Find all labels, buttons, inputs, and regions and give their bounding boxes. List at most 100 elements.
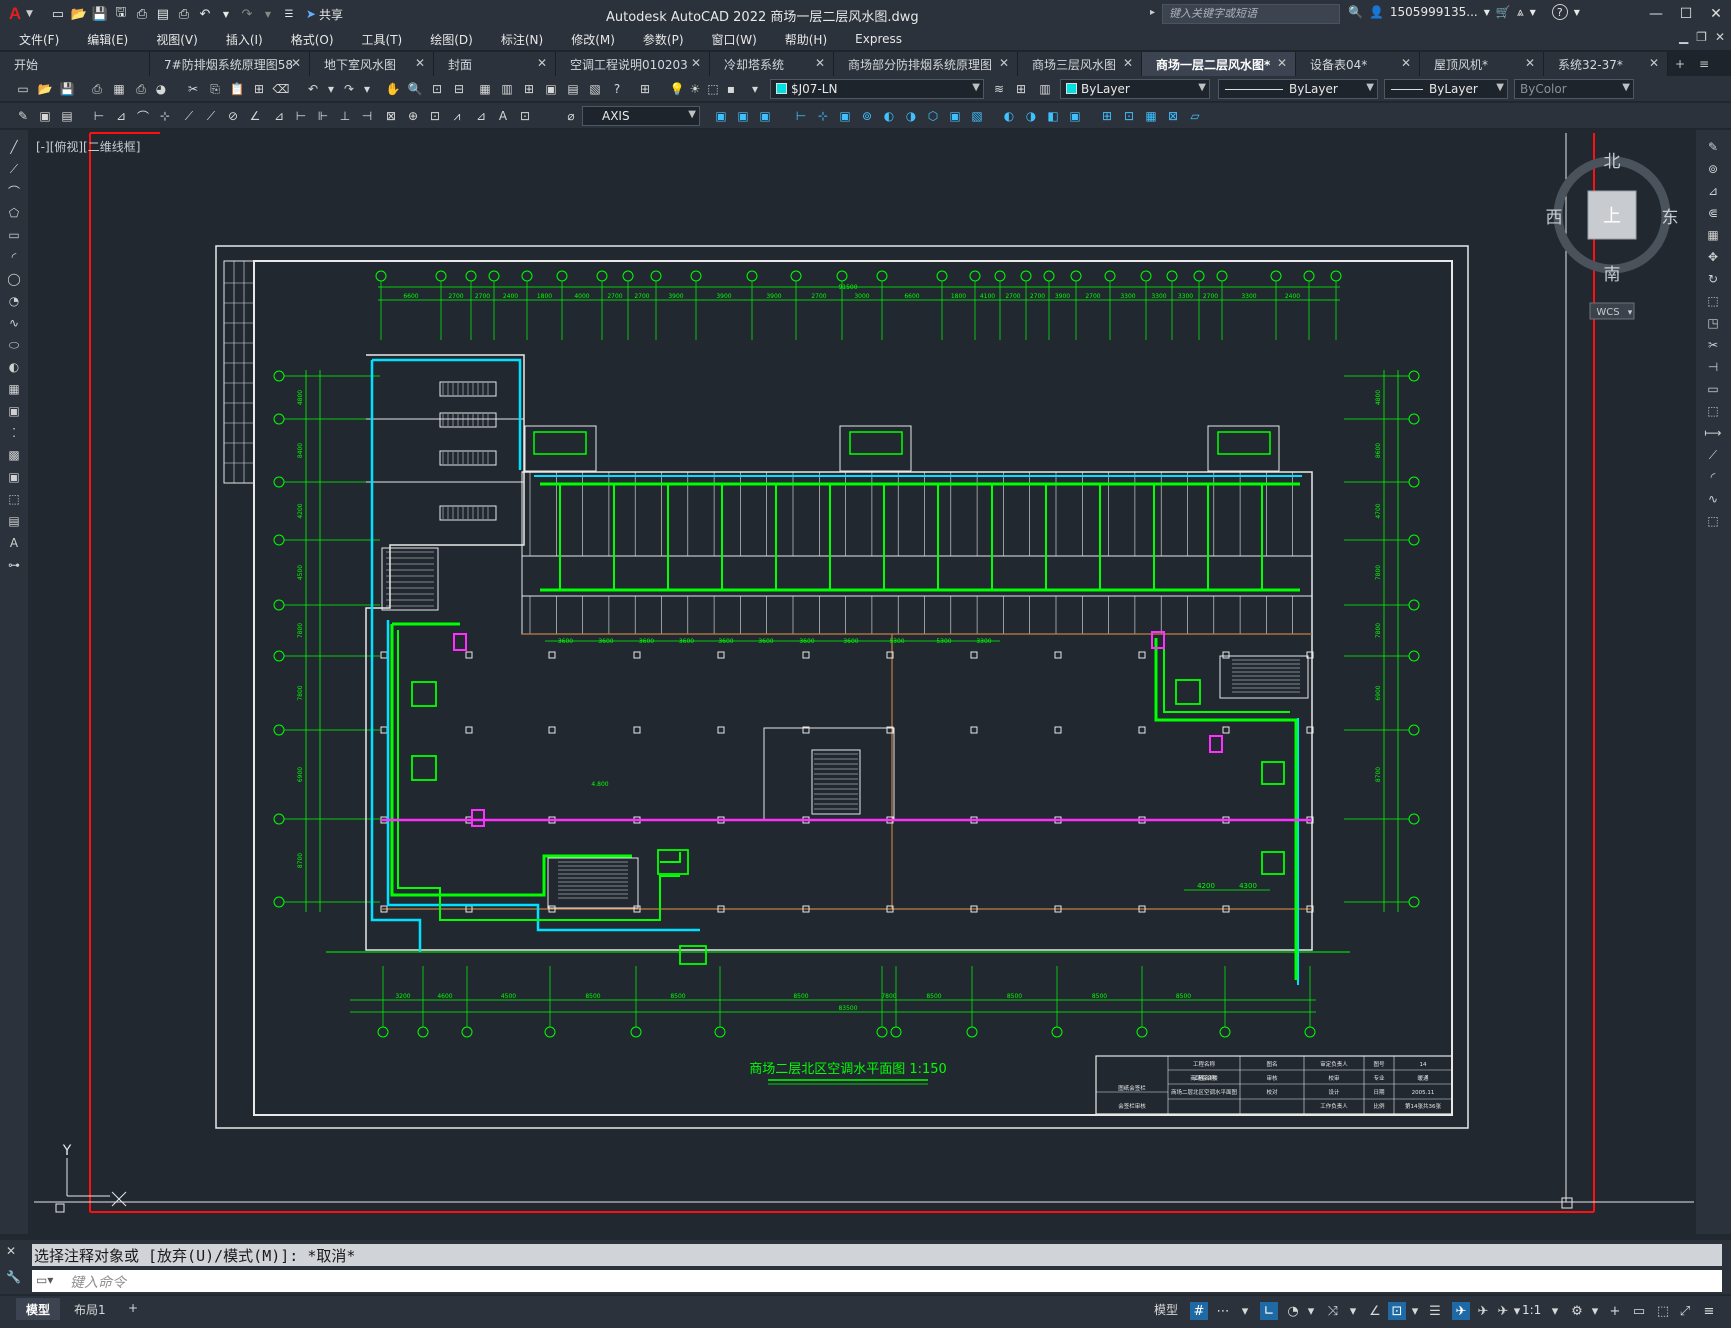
markup-icon[interactable]: ▤ <box>564 80 582 98</box>
block-icon[interactable]: ▣ <box>36 107 54 125</box>
shade2-icon[interactable]: ◑ <box>1022 107 1040 125</box>
tab-4[interactable]: 空调工程说明010203 ✕ <box>556 52 710 76</box>
visual-style-icon[interactable]: ⊞ <box>1098 107 1116 125</box>
pan-icon[interactable]: ✋ <box>384 80 402 98</box>
customize-qat-icon[interactable]: ☰ <box>280 5 298 23</box>
sheet-set-icon[interactable]: ▣ <box>542 80 560 98</box>
viewport-controls-label[interactable]: [-][俯视][二维线框] <box>36 138 140 155</box>
app-dropdown-icon[interactable]: ▼ <box>1530 8 1536 17</box>
plot-icon[interactable]: ⎙ <box>88 80 106 98</box>
jogged-linear-icon[interactable]: ⩘ <box>448 107 466 125</box>
copy-icon[interactable]: ⎘ <box>206 80 224 98</box>
maximize-icon[interactable]: ☐ <box>1671 0 1701 28</box>
shade4-icon[interactable]: ▣ <box>1066 107 1084 125</box>
layer-on-icon[interactable]: 💡 <box>668 80 686 98</box>
osnap-icon[interactable]: ⊡ <box>1388 1302 1406 1320</box>
edit-icon[interactable]: ✎ <box>14 107 32 125</box>
tab-0[interactable]: 开始 <box>0 52 150 76</box>
modify-tool-3-icon[interactable]: ⋐ <box>1704 204 1722 222</box>
visual2-icon[interactable]: ⊡ <box>1120 107 1138 125</box>
workspace-icon[interactable]: ⚙ <box>1568 1302 1586 1320</box>
draw-tool-4-icon[interactable]: ▭ <box>5 226 23 244</box>
snap-icon[interactable]: ⋯ <box>1214 1302 1232 1320</box>
undo-icon[interactable]: ↶ <box>304 80 322 98</box>
modify-tool-10-icon[interactable]: ⊣ <box>1704 358 1722 376</box>
draw-tool-10-icon[interactable]: ◐ <box>5 358 23 376</box>
quick-props-icon[interactable]: ⬚ <box>1654 1302 1672 1320</box>
close-icon[interactable]: ✕ <box>1701 0 1731 28</box>
draw-tool-19-icon[interactable]: ⊶ <box>5 556 23 574</box>
undo-dropdown-icon[interactable]: ▼ <box>217 5 235 23</box>
tab-close-icon[interactable]: ✕ <box>1277 56 1287 70</box>
shade3-icon[interactable]: ◧ <box>1044 107 1062 125</box>
tool-palettes-icon[interactable]: ⊞ <box>520 80 538 98</box>
block-editor-icon[interactable]: ⌫ <box>272 80 290 98</box>
modify-tool-13-icon[interactable]: ⟼ <box>1704 424 1722 442</box>
tab-3[interactable]: 封面 ✕ <box>434 52 556 76</box>
shade-icon[interactable]: ◐ <box>1000 107 1018 125</box>
draw-tool-15-icon[interactable]: ▣ <box>5 468 23 486</box>
tab-close-icon[interactable]: ✕ <box>815 56 825 70</box>
tab-close-icon[interactable]: ✕ <box>1123 56 1133 70</box>
draw-tool-17-icon[interactable]: ▤ <box>5 512 23 530</box>
angular-dim-icon[interactable]: ∠ <box>246 107 264 125</box>
new-icon[interactable]: ▭ <box>14 80 32 98</box>
menu-11[interactable]: 帮助(H) <box>776 31 836 48</box>
clean-screen-icon[interactable]: ⤢ <box>1676 1302 1694 1320</box>
menu-10[interactable]: 窗口(W) <box>703 31 766 48</box>
new-tab-icon[interactable]: + <box>1668 52 1692 76</box>
layer-lock-icon[interactable]: ⬚ <box>704 80 722 98</box>
modify-tool-0-icon[interactable]: ✎ <box>1704 138 1722 156</box>
tolerance-icon[interactable]: ⊠ <box>382 107 400 125</box>
layer-freeze-icon[interactable]: ☀ <box>686 80 704 98</box>
zoom-realtime-icon[interactable]: 🔍 <box>406 80 424 98</box>
open-icon[interactable]: 📂 <box>36 80 54 98</box>
help-dropdown-icon[interactable]: ▼ <box>1574 8 1580 17</box>
undo-icon[interactable]: ↶ <box>196 5 214 23</box>
publish-icon[interactable]: ⎙ <box>132 80 150 98</box>
tab-close-icon[interactable]: ✕ <box>291 56 301 70</box>
add-layout-icon[interactable]: + <box>118 1298 148 1320</box>
attribute-icon[interactable]: ▤ <box>58 107 76 125</box>
dim-space-icon[interactable]: ⊥ <box>336 107 354 125</box>
user-dropdown-icon[interactable]: ▼ <box>1484 8 1490 17</box>
center-mark-icon[interactable]: ⊕ <box>404 107 422 125</box>
plot-preview-icon[interactable]: ▦ <box>110 80 128 98</box>
annotation-scale[interactable]: 1:1 <box>1522 1303 1541 1317</box>
close-command-icon[interactable]: ✕ <box>6 1244 16 1258</box>
menu-0[interactable]: 文件(F) <box>10 31 68 48</box>
modify-tool-1-icon[interactable]: ⊚ <box>1704 160 1722 178</box>
save-as-icon[interactable]: 🖫 <box>112 5 130 23</box>
auto-scale-icon[interactable]: ✈ <box>1474 1302 1492 1320</box>
tab-close-icon[interactable]: ✕ <box>1525 56 1535 70</box>
tab-close-icon[interactable]: ✕ <box>1649 56 1659 70</box>
tab-10[interactable]: 屋顶风机* ✕ <box>1420 52 1544 76</box>
doc-close-icon[interactable]: ✕ <box>1715 30 1725 44</box>
cart-icon[interactable]: 🛒 <box>1496 5 1511 19</box>
modify-tool-8-icon[interactable]: ◳ <box>1704 314 1722 332</box>
polar-icon[interactable]: ◔ <box>1284 1302 1302 1320</box>
menu-4[interactable]: 格式(O) <box>282 31 343 48</box>
app-menu-arrow-icon[interactable]: ▼ <box>26 9 33 19</box>
ordinate-dim-icon[interactable]: ⊹ <box>156 107 174 125</box>
redo-icon[interactable]: ↷ <box>238 5 256 23</box>
menu-5[interactable]: 工具(T) <box>353 31 412 48</box>
make-current-icon[interactable]: ≋ <box>990 80 1008 98</box>
minimize-icon[interactable]: — <box>1641 0 1671 28</box>
modify-tool-6-icon[interactable]: ↻ <box>1704 270 1722 288</box>
ucs5-icon[interactable]: ◐ <box>880 107 898 125</box>
menu-7[interactable]: 标注(N) <box>492 31 552 48</box>
dim-edit-icon[interactable]: ⊿ <box>472 107 490 125</box>
new-file-icon[interactable]: ▭ <box>49 5 67 23</box>
aligned-dim-icon[interactable]: ⊿ <box>112 107 130 125</box>
ucs-icon[interactable]: ⊢ <box>792 107 810 125</box>
tab-close-icon[interactable]: ✕ <box>999 56 1009 70</box>
layer-previous-icon[interactable]: ⊞ <box>1012 80 1030 98</box>
save-icon[interactable]: 💾 <box>91 5 109 23</box>
tab-menu-icon[interactable]: ≡ <box>1692 52 1716 76</box>
draw-tool-6-icon[interactable]: ◯ <box>5 270 23 288</box>
share-button[interactable]: ➤ 共享 <box>306 6 343 23</box>
layer-color-icon[interactable]: ▪ <box>722 80 740 98</box>
design-center-icon[interactable]: ▥ <box>498 80 516 98</box>
ucs3-icon[interactable]: ▣ <box>836 107 854 125</box>
